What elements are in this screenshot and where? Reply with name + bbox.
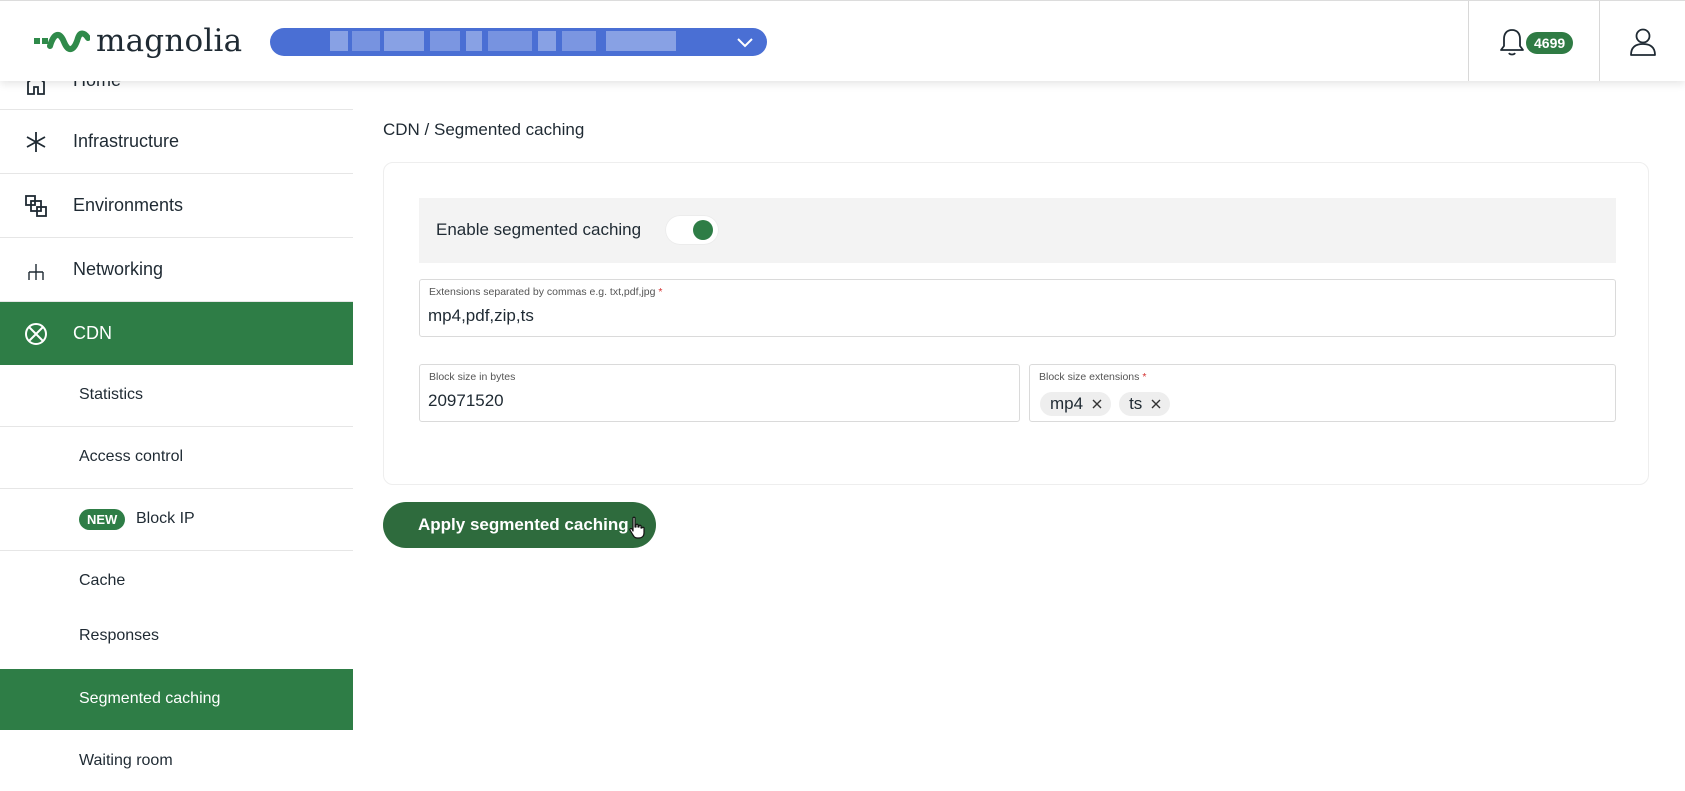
sidebar-item-label: Networking xyxy=(73,259,164,279)
hand-pointer-cursor-icon xyxy=(629,516,645,539)
enable-segmented-caching-row: Enable segmented caching xyxy=(419,198,1616,263)
sidebar-subitem-responses[interactable]: Responses xyxy=(0,607,353,669)
block-size-extensions-label: Block size extensions * xyxy=(1039,371,1147,383)
sidebar-item-environments[interactable]: Environments xyxy=(0,174,353,238)
magnolia-logo-mark-icon xyxy=(34,30,90,52)
sidebar-subitem-access-control[interactable]: Access control xyxy=(0,427,353,489)
sidebar-subitem-waiting-room[interactable]: Waiting room xyxy=(0,730,353,791)
user-profile-button[interactable] xyxy=(1600,1,1685,81)
apply-segmented-caching-button[interactable]: Apply segmented caching xyxy=(383,502,656,548)
sidebar-item-label: Home xyxy=(73,80,122,90)
sidebar-subitem-statistics[interactable]: Statistics xyxy=(0,365,353,427)
extensions-field-label: Extensions separated by commas e.g. txt,… xyxy=(429,286,663,298)
cdn-icon xyxy=(25,323,47,345)
chevron-down-icon xyxy=(737,38,753,48)
environments-icon xyxy=(25,195,47,217)
chip-label: ts xyxy=(1129,394,1143,413)
block-size-input[interactable] xyxy=(428,391,968,411)
home-icon xyxy=(27,80,45,95)
sidebar-item-label: CDN xyxy=(73,323,112,343)
sidebar-subitem-label: Statistics xyxy=(79,386,144,403)
extensions-field[interactable]: Extensions separated by commas e.g. txt,… xyxy=(419,279,1616,337)
extension-chip: ts xyxy=(1119,392,1171,416)
sidebar-item-home[interactable]: Home xyxy=(0,80,353,110)
extension-chips: mp4 ts xyxy=(1040,392,1171,416)
top-header: magnolia 4699 xyxy=(0,0,1685,81)
chip-label: mp4 xyxy=(1050,394,1084,413)
sidebar-item-infrastructure[interactable]: Infrastructure xyxy=(0,110,353,174)
enable-segmented-caching-toggle[interactable] xyxy=(665,215,719,245)
sidebar-subitem-label: Responses xyxy=(79,627,160,644)
sidebar-item-label: Environments xyxy=(73,195,184,215)
sidebar-subitem-block-ip[interactable]: NEW Block IP xyxy=(0,489,353,551)
notifications-button[interactable]: 4699 xyxy=(1468,1,1600,81)
enable-segmented-caching-label: Enable segmented caching xyxy=(436,220,642,239)
sidebar-subitem-segmented-caching[interactable]: Segmented caching xyxy=(0,669,353,730)
network-icon xyxy=(28,264,44,280)
close-icon[interactable] xyxy=(1091,398,1103,410)
sidebar-subitem-label: Access control xyxy=(79,448,184,465)
magnolia-logo[interactable]: magnolia xyxy=(34,23,242,59)
block-size-extensions-field[interactable]: Block size extensions * mp4 ts xyxy=(1029,364,1616,422)
site-selector-redacted-value xyxy=(330,31,680,51)
sidebar-nav: Home Infrastructure Environments Network… xyxy=(0,80,353,791)
block-size-field-label: Block size in bytes xyxy=(429,371,516,383)
breadcrumb: CDN / Segmented caching xyxy=(383,120,585,139)
sidebar-item-cdn[interactable]: CDN xyxy=(0,302,353,365)
block-size-field[interactable]: Block size in bytes xyxy=(419,364,1020,422)
user-icon xyxy=(1630,28,1656,56)
sidebar-item-label: Infrastructure xyxy=(73,131,180,151)
sidebar-subitem-label: Cache xyxy=(79,572,126,589)
sidebar-subitem-cache[interactable]: Cache xyxy=(0,551,353,607)
sidebar-item-networking[interactable]: Networking xyxy=(0,238,353,302)
new-badge: NEW xyxy=(79,509,126,530)
bell-icon xyxy=(1500,29,1524,56)
sidebar-subitem-label: Waiting room xyxy=(79,752,173,769)
extensions-input[interactable] xyxy=(428,306,1504,326)
extension-chip: mp4 xyxy=(1040,392,1112,416)
asterisk-icon xyxy=(26,132,46,152)
notifications-count-badge: 4699 xyxy=(1526,32,1574,54)
sidebar-subitem-label: Segmented caching xyxy=(79,690,221,707)
toggle-knob xyxy=(693,220,713,240)
logo-text: magnolia xyxy=(96,23,243,59)
sidebar-subitem-label: Block IP xyxy=(136,510,195,527)
close-icon[interactable] xyxy=(1150,398,1162,410)
site-selector-dropdown[interactable] xyxy=(270,28,767,56)
